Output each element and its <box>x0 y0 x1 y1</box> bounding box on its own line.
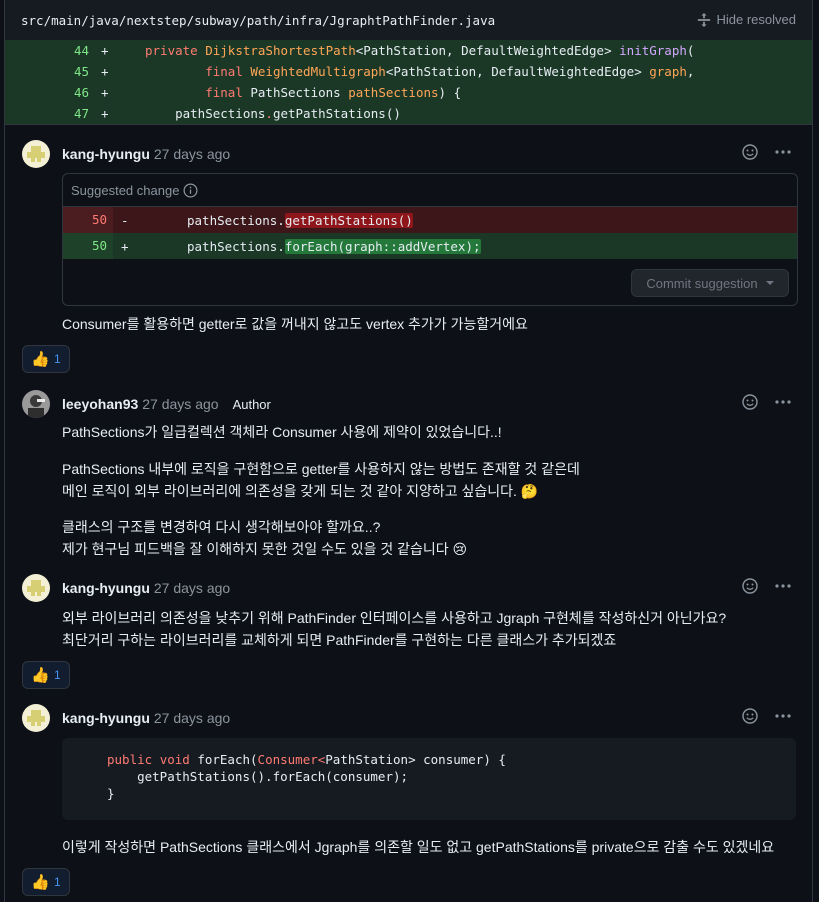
timestamp[interactable]: 27 days ago <box>154 146 230 162</box>
code-line: public void forEach(Consumer<PathStation… <box>107 752 506 767</box>
smiley-icon[interactable] <box>742 144 758 160</box>
reaction-count: 1 <box>54 875 61 889</box>
diff-sign: + <box>101 106 109 121</box>
diff-sign: + <box>101 85 109 100</box>
kebab-menu-icon[interactable] <box>774 708 792 724</box>
kebab-menu-icon[interactable] <box>774 394 792 410</box>
reaction-count: 1 <box>54 668 61 682</box>
diff-line: 45 + final WeightedMultigraph<PathStatio… <box>5 61 812 82</box>
hide-resolved-label: Hide resolved <box>716 12 797 27</box>
author-link[interactable]: kang-hyungu <box>62 710 150 726</box>
comment-author: leeyohan93 27 days ago Author <box>62 396 271 412</box>
fold-icon <box>697 12 710 27</box>
author-badge: Author <box>232 397 271 412</box>
diff-code: final PathSections pathSections) { <box>205 85 462 100</box>
comment-paragraph: 제가 현구님 피드백을 잘 이해하지 못한 것일 수도 있을 것 같습니다 😢 <box>62 541 468 557</box>
smiley-icon[interactable] <box>742 708 758 724</box>
timestamp[interactable]: 27 days ago <box>142 396 218 412</box>
diff-code: private DijkstraShortestPath<PathStation… <box>145 43 695 58</box>
diff-code: pathSections.getPathStations() <box>145 106 401 121</box>
comment-author: kang-hyungu 27 days ago <box>62 580 230 596</box>
thumbs-up-reaction[interactable]: 👍 1 <box>22 868 70 896</box>
diff-code: final WeightedMultigraph<PathStation, De… <box>205 64 695 79</box>
diff-line: 44 + private DijkstraShortestPath<PathSt… <box>5 40 812 61</box>
comment-author: kang-hyungu 27 days ago <box>62 146 230 162</box>
comment-body: 이렇게 작성하면 PathSections 클래스에서 Jgraph를 의존할 … <box>62 839 775 855</box>
thumbs-up-reaction[interactable]: 👍 1 <box>22 345 70 373</box>
divider <box>5 124 812 125</box>
diff-line: 46 + final PathSections pathSections) { <box>5 82 812 103</box>
suggested-change-box: Suggested change 50 - pathSections.getPa… <box>62 173 798 306</box>
line-number: 46 <box>73 85 89 100</box>
line-number: 50 <box>63 233 113 259</box>
thumbs-up-reaction[interactable]: 👍 1 <box>22 661 70 689</box>
line-number: 47 <box>73 106 89 121</box>
smiley-icon[interactable] <box>742 394 758 410</box>
suggested-change-header: Suggested change <box>63 174 797 207</box>
diff-line: 47 + pathSections.getPathStations() <box>5 103 812 124</box>
comment-actions <box>742 578 792 594</box>
commit-suggestion-button[interactable]: Commit suggestion <box>631 269 789 297</box>
file-path[interactable]: src/main/java/nextstep/subway/path/infra… <box>21 13 495 28</box>
avatar[interactable] <box>22 704 50 732</box>
author-link[interactable]: kang-hyungu <box>62 146 150 162</box>
diff-sign: - <box>121 212 129 228</box>
comment-paragraph: PathSections가 일급컬렉션 객체라 Consumer 사용에 제약이… <box>62 424 502 440</box>
info-icon[interactable] <box>183 183 198 198</box>
author-link[interactable]: leeyohan93 <box>62 396 138 412</box>
file-header: src/main/java/nextstep/subway/path/infra… <box>5 0 812 41</box>
smiley-icon[interactable] <box>742 578 758 594</box>
thumbs-up-icon: 👍 <box>31 874 50 891</box>
diff-context: 44 + private DijkstraShortestPath<PathSt… <box>5 40 812 124</box>
thumbs-up-icon: 👍 <box>31 351 50 368</box>
suggested-change-label: Suggested change <box>71 182 180 198</box>
diff-sign: + <box>101 43 109 58</box>
comment-paragraph: PathSections 내부에 로직을 구현함으로 getter를 사용하지 … <box>62 461 580 477</box>
reaction-count: 1 <box>54 352 61 366</box>
diff-sign: + <box>121 238 129 254</box>
suggestion-added-line: 50 + pathSections.forEach(graph::addVert… <box>63 233 797 259</box>
comment-author: kang-hyungu 27 days ago <box>62 710 230 726</box>
avatar[interactable] <box>22 140 50 168</box>
diff-code: pathSections.forEach(graph::addVertex); <box>187 238 481 254</box>
code-line: getPathStations().forEach(consumer); <box>107 769 409 784</box>
comment-paragraph: 메인 로직이 외부 라이브러리에 의존성을 갖게 되는 것 같아 지양하고 싶습… <box>62 483 539 499</box>
diff-code: pathSections.getPathStations() <box>187 212 413 228</box>
avatar[interactable] <box>22 574 50 602</box>
timestamp[interactable]: 27 days ago <box>154 580 230 596</box>
line-number: 50 <box>63 207 113 233</box>
comment-actions <box>742 144 792 160</box>
commit-suggestion-label: Commit suggestion <box>646 275 758 291</box>
comment-actions <box>742 708 792 724</box>
timestamp[interactable]: 27 days ago <box>154 710 230 726</box>
diff-sign: + <box>101 64 109 79</box>
kebab-menu-icon[interactable] <box>774 144 792 160</box>
comment-body: Consumer를 활용하면 getter로 값을 꺼내지 않고도 vertex… <box>62 316 528 332</box>
comment-actions <box>742 394 792 410</box>
code-block: public void forEach(Consumer<PathStation… <box>62 738 796 820</box>
comment-paragraph: 최단거리 구하는 라이브러리를 교체하게 되면 PathFinder를 구현하는… <box>62 632 617 648</box>
line-number: 45 <box>73 64 89 79</box>
thumbs-up-icon: 👍 <box>31 667 50 684</box>
line-number: 44 <box>73 43 89 58</box>
code-line: } <box>107 786 115 801</box>
comment-paragraph: 클래스의 구조를 변경하여 다시 생각해보아야 할까요..? <box>62 519 381 535</box>
hide-resolved-button[interactable]: Hide resolved <box>697 12 797 27</box>
caret-down-icon <box>765 281 774 285</box>
suggestion-deleted-line: 50 - pathSections.getPathStations() <box>63 207 797 233</box>
avatar[interactable] <box>22 390 50 418</box>
comment-paragraph: 외부 라이브러리 의존성을 낮추기 위해 PathFinder 인터페이스를 사… <box>62 610 727 626</box>
author-link[interactable]: kang-hyungu <box>62 580 150 596</box>
kebab-menu-icon[interactable] <box>774 578 792 594</box>
